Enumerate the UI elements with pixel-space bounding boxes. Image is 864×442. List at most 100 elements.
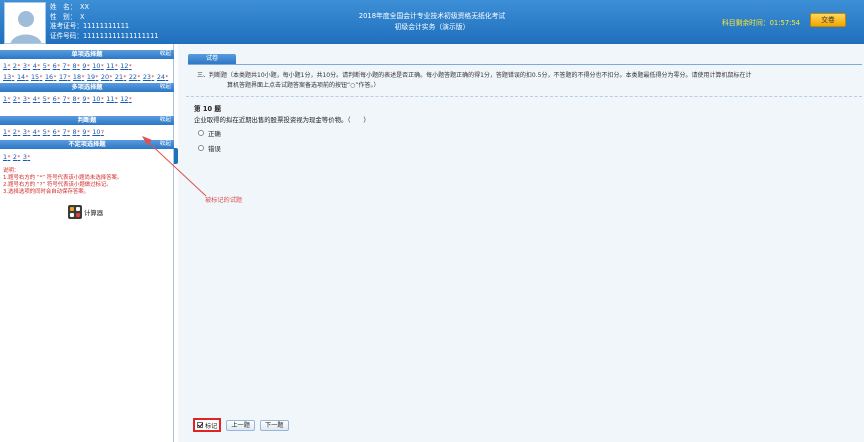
question-status-mark: *	[27, 155, 31, 161]
question-number-link: 10	[92, 95, 101, 103]
question-link[interactable]: 6*	[53, 127, 60, 139]
section-collapse-button[interactable]: 收起	[160, 140, 171, 149]
question-number-link: 1	[3, 95, 8, 103]
question-status-mark: *	[7, 130, 11, 136]
question-status-mark: *	[11, 75, 15, 81]
section-collapse-button[interactable]: 收起	[160, 83, 171, 92]
question-status-mark: *	[114, 64, 118, 70]
calculator-icon	[68, 205, 82, 219]
calculator-label: 计算器	[84, 208, 104, 217]
question-number-link: 8	[72, 128, 77, 136]
question-status-mark: *	[77, 97, 80, 103]
instruction-separator	[186, 96, 862, 97]
question-link[interactable]: 8*	[72, 94, 79, 106]
question-status-mark: *	[17, 130, 21, 136]
candidate-id-row: 证件号码：111111111111111111	[50, 32, 180, 42]
question-number-link: 16	[44, 73, 54, 81]
question-row: 13* 14* 15* 16* 17* 18* 19* 20* 21* 22* 23* 24*	[3, 72, 173, 83]
question-link[interactable]: 12*	[120, 94, 131, 106]
question-number-link: 21	[114, 73, 124, 81]
calculator-button[interactable]: 计算器	[68, 205, 103, 219]
question-link[interactable]: 4*	[33, 127, 40, 139]
question-link[interactable]: 10*	[92, 94, 103, 106]
question-link[interactable]: 1*	[3, 94, 10, 106]
question-number-link: 8	[72, 62, 77, 70]
question-status-mark: *	[109, 75, 113, 81]
question-number-link: 9	[82, 128, 87, 136]
submit-exam-button[interactable]: 交卷	[810, 13, 846, 27]
question-status-mark: *	[128, 97, 132, 103]
section-collapse-button[interactable]: 收起	[160, 116, 171, 125]
question-number-link: 11	[106, 95, 115, 103]
exam-title-line: 2018年度全国会计专业技术初级资格无纸化考试	[358, 12, 506, 20]
question-link[interactable]: 7*	[63, 94, 70, 106]
question-number-link: 7	[62, 95, 67, 103]
section-header: 多项选择题 收起	[0, 83, 174, 92]
question-status-mark: *	[57, 64, 60, 70]
mark-question-toggle[interactable]: 标记	[193, 418, 222, 432]
question-status-mark: *	[128, 64, 132, 70]
section-collapse-button[interactable]: 收起	[160, 50, 171, 59]
tab-paper[interactable]: 试卷	[188, 54, 236, 64]
question-number-link: 12	[120, 95, 129, 103]
question-link[interactable]: 7*	[63, 127, 70, 139]
question-number-link: 14	[16, 73, 26, 81]
question-link[interactable]: 5*	[43, 127, 50, 139]
notes-title: 说明：	[3, 168, 20, 174]
question-link[interactable]: 9*	[82, 127, 89, 139]
question-link[interactable]: 4*	[33, 94, 40, 106]
question-nav-panel: 单项选择题 收起 1* 2* 3* 4* 5* 6* 7* 8* 9* 10* 11* 12* 13* 14*…	[0, 44, 174, 442]
radio-true[interactable]	[198, 130, 204, 136]
question-status-mark: *	[53, 75, 57, 81]
question-status-mark: *	[67, 97, 70, 103]
question-status-mark: *	[7, 64, 11, 70]
question-status-mark: *	[77, 130, 80, 136]
annotation-callout: 被标记的试题	[205, 197, 243, 204]
question-number-link: 22	[128, 73, 137, 81]
question-status-mark: *	[27, 97, 31, 103]
question-status-mark: *	[27, 64, 31, 70]
option-true[interactable]: 正确	[198, 128, 221, 138]
question-status-mark: *	[7, 97, 11, 103]
prev-question-button[interactable]: 上一题	[226, 419, 255, 431]
question-status-mark: *	[100, 64, 104, 70]
question-link[interactable]: 3*	[23, 127, 30, 139]
question-link[interactable]: 9*	[82, 94, 89, 106]
question-link[interactable]: 8*	[72, 127, 79, 139]
question-status-mark: *	[17, 64, 21, 70]
question-link[interactable]: 3*	[23, 94, 30, 106]
candidate-ticket-row: 准考证号：11111111111	[50, 22, 180, 32]
question-link[interactable]: 2*	[13, 127, 20, 139]
radio-false[interactable]	[198, 145, 204, 151]
question-link[interactable]: 11*	[106, 94, 117, 106]
instruction-line-2: 算机答题界面上点击试题答案备选项前的按钮“○”作答。）	[227, 82, 380, 89]
question-link[interactable]: 6*	[53, 94, 60, 106]
question-link[interactable]: 2*	[13, 94, 20, 106]
option-false[interactable]: 错误	[198, 143, 221, 153]
candidate-photo	[4, 2, 46, 44]
question-link[interactable]: 1*	[3, 127, 10, 139]
question-number-link: 1	[3, 128, 8, 136]
question-text: 企业取得的拟在近期出售的股票投资视为现金等价物。（ ）	[194, 116, 370, 124]
question-link[interactable]: 10?	[92, 127, 104, 139]
question-number-link: 9	[82, 62, 87, 70]
question-link[interactable]: 1*	[3, 152, 10, 164]
question-grid: 1* 2* 3* 4* 5* 6* 7* 8* 9* 10* 11* 12*	[3, 94, 173, 105]
question-number-link: 18	[72, 73, 82, 81]
question-status-mark: *	[27, 130, 31, 136]
candidate-name-row: 姓 名： XX	[50, 3, 180, 13]
question-link[interactable]: 5*	[43, 94, 50, 106]
question-number-link: 1	[3, 153, 8, 161]
question-number: 第 10 题	[194, 105, 221, 113]
question-number-link: 19	[86, 73, 96, 81]
question-status-mark: *	[17, 97, 21, 103]
question-status-mark: *	[95, 75, 99, 81]
question-number-link: 9	[82, 95, 87, 103]
mark-checkbox[interactable]	[197, 422, 203, 428]
question-number-link: 2	[12, 62, 17, 70]
question-status-mark: *	[37, 130, 41, 136]
question-link[interactable]: 2*	[13, 152, 20, 164]
candidate-gender-row: 性 别： X	[50, 13, 180, 23]
next-question-button[interactable]: 下一题	[259, 419, 289, 431]
question-link[interactable]: 3*	[23, 152, 30, 164]
